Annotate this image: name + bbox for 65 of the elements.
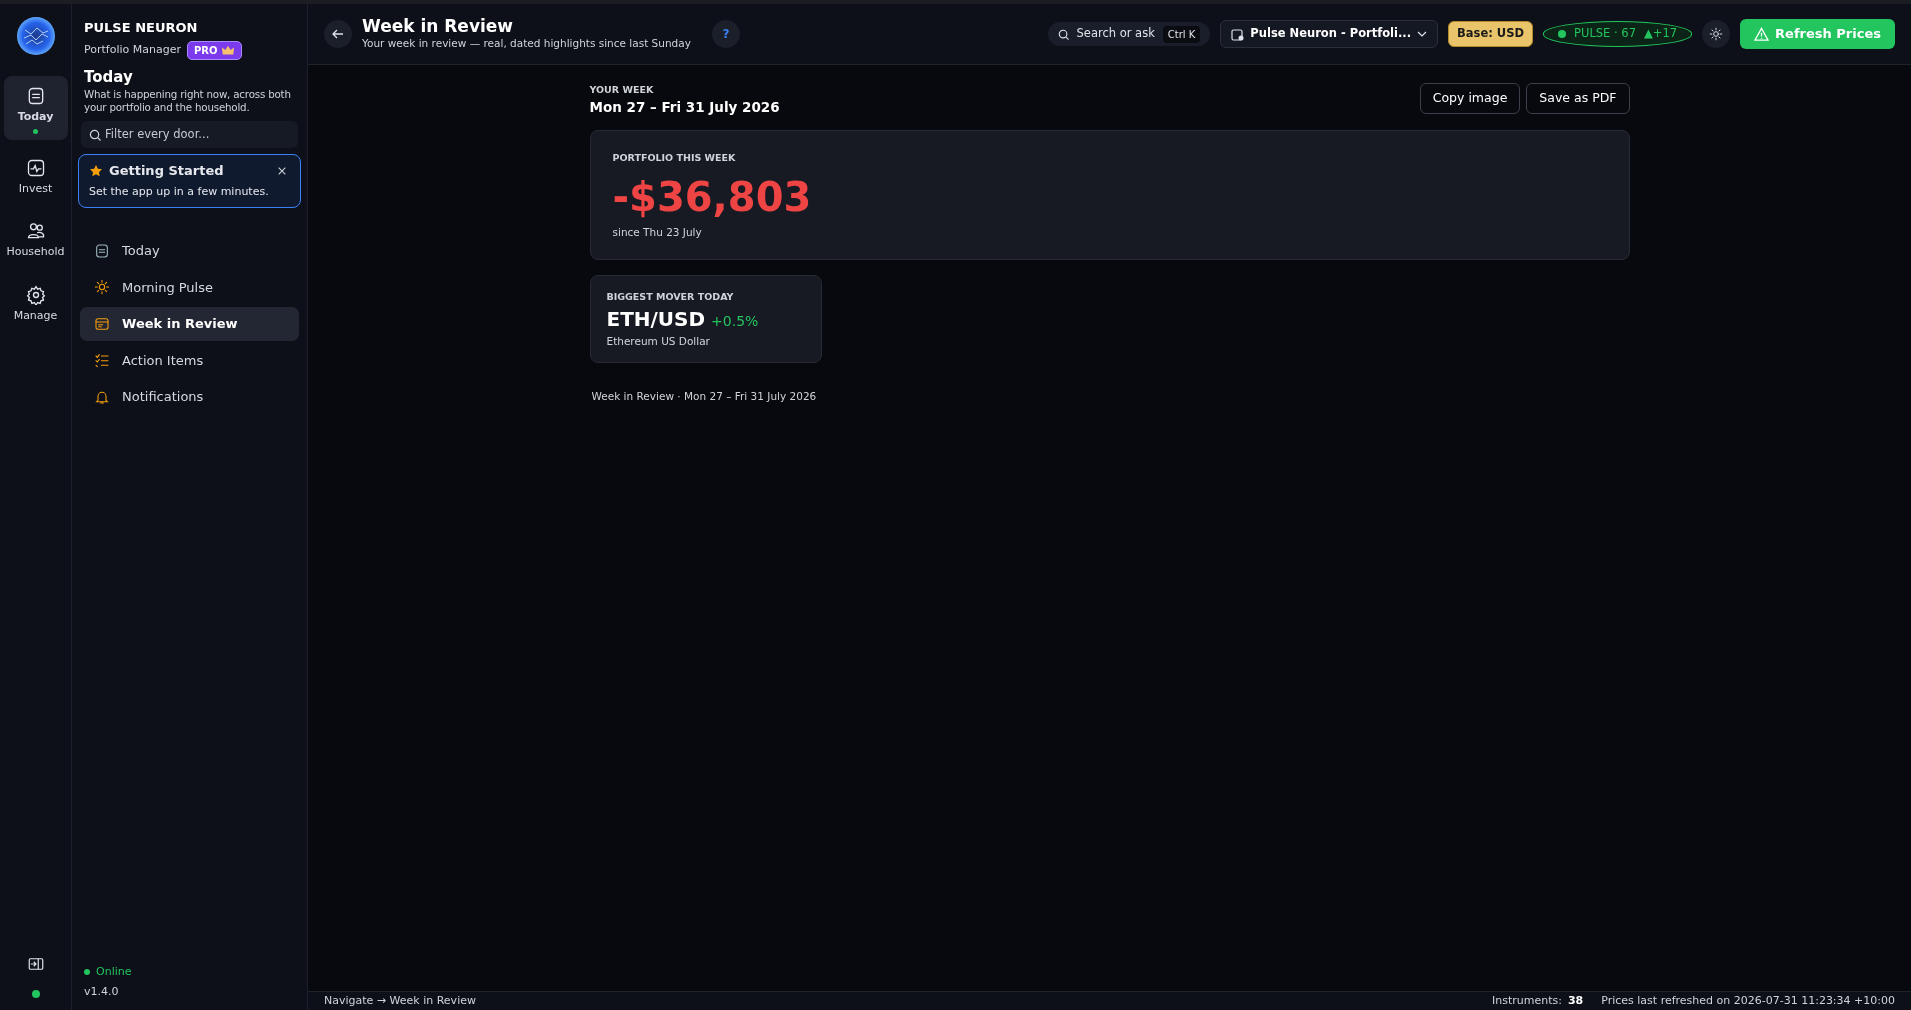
rail-item[interactable]: Today	[3, 76, 68, 140]
version-text: v1.4.0	[83, 983, 120, 1000]
portfolio-icon	[1231, 27, 1245, 41]
pulse-score: PULSE · 67	[1574, 25, 1636, 43]
portfolio-dropdown[interactable]: Pulse Neuron - Portfoli...	[1220, 20, 1439, 48]
document-icon	[94, 242, 110, 259]
help-button[interactable]: ?	[712, 20, 740, 48]
nav-item[interactable]: Today	[80, 234, 299, 268]
mover-name: Ethereum US Dollar	[606, 333, 711, 349]
status-text: Online	[96, 964, 132, 980]
plan-badge: PRO	[186, 40, 242, 60]
base-currency-badge: Base: USD	[1448, 21, 1534, 47]
checklist-icon	[94, 352, 110, 369]
since-text: since Thu 23 July	[612, 224, 703, 240]
week-range: Mon 27 – Fri 31 July 2026	[589, 98, 781, 118]
pulse-change: ▲+17	[1644, 25, 1678, 43]
footer-caption: Week in Review · Mon 27 – Fri 31 July 2026	[591, 388, 818, 404]
action-button[interactable]: Save as PDF	[1526, 83, 1630, 114]
caret-icon	[1417, 31, 1428, 37]
arrow-left-icon	[331, 27, 345, 41]
instruments-label: Instruments:	[1491, 992, 1562, 1009]
shortcut-key: Ctrl K	[1162, 25, 1201, 43]
filter-field[interactable]: Filter every door...	[81, 120, 298, 148]
section-description: What is happening right now, across both your portfolio and the household.	[84, 88, 292, 115]
section-title: Today	[84, 66, 134, 88]
app-subtitle: Portfolio Manager	[84, 41, 181, 58]
card-text: Set the app up in a few minutes.	[89, 183, 270, 200]
search-icon	[1057, 28, 1069, 40]
close-icon	[277, 165, 287, 176]
pulse-chart-icon	[25, 157, 46, 178]
nav-item[interactable]: Week in Review	[80, 307, 299, 341]
rail-item[interactable]: Invest	[3, 147, 68, 203]
people-icon	[25, 221, 46, 241]
mover-symbol: ETH/USD	[606, 305, 706, 333]
crown-icon	[220, 44, 235, 56]
action-button[interactable]: Copy image	[1419, 83, 1521, 114]
card-title: Getting Started	[109, 162, 225, 180]
sidebar-toggle-icon	[26, 955, 45, 973]
nav-item[interactable]: Action Items	[80, 343, 299, 377]
navigation-status: Navigate → Week in Review	[324, 992, 477, 1009]
back-button[interactable]	[324, 20, 352, 48]
portfolio-change-value: -$36,803	[612, 172, 813, 221]
sun-icon	[1709, 27, 1724, 41]
settings-icon	[25, 284, 46, 305]
star-icon	[89, 163, 103, 178]
last-refreshed-text: Prices last refreshed on 2026-07-31 11:23:34 +10:00	[1601, 992, 1895, 1009]
logo-icon	[15, 16, 56, 56]
card-label: PORTFOLIO THIS WEEK	[612, 150, 737, 165]
rail-item[interactable]: Manage	[3, 274, 68, 330]
sun-icon	[94, 279, 110, 296]
instruments-count: 38	[1567, 992, 1584, 1009]
brand-name: PULSE NEURON	[84, 19, 199, 37]
nav-item[interactable]: Morning Pulse	[80, 270, 299, 304]
calendar-icon	[94, 315, 110, 332]
page-subtitle: Your week in review — real, dated highlights since last Sunday	[362, 36, 692, 52]
theme-toggle-button[interactable]	[1702, 20, 1731, 48]
rail-item[interactable]: Household	[3, 211, 68, 267]
pulse-dot	[1558, 30, 1567, 38]
card-label: BIGGEST MOVER TODAY	[606, 289, 735, 304]
page-title: Week in Review	[362, 15, 515, 37]
nav-item[interactable]: Notifications	[80, 380, 299, 414]
eyebrow-label: YOUR WEEK	[589, 83, 655, 97]
warning-icon	[1754, 26, 1770, 42]
search-field[interactable]: Search or ask Ctrl K	[1047, 22, 1211, 46]
mover-change: +0.5%	[711, 311, 759, 331]
